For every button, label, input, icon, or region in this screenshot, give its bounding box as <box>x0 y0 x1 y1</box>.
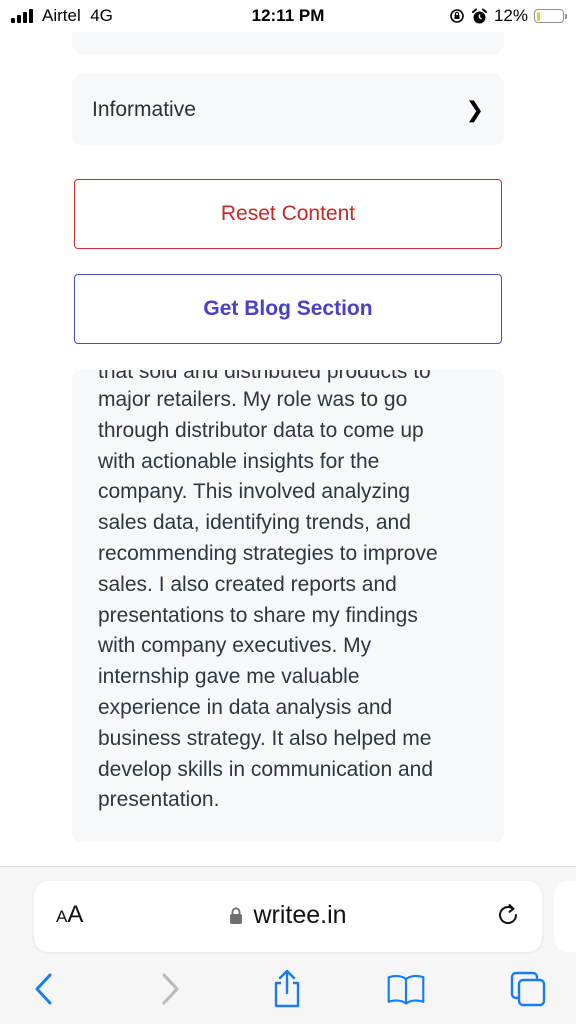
forward-icon[interactable] <box>150 969 190 1009</box>
blog-output: that sold and distributed products to ma… <box>72 370 504 842</box>
back-icon[interactable] <box>24 969 64 1009</box>
lock-icon <box>230 907 243 924</box>
orientation-lock-icon <box>450 9 464 23</box>
get-blog-section-button[interactable]: Get Blog Section <box>74 274 502 344</box>
url-display[interactable]: writee.in <box>34 901 542 930</box>
battery-percentage: 12% <box>493 6 528 25</box>
bookmarks-icon[interactable] <box>386 969 426 1009</box>
url-text: writee.in <box>253 901 347 929</box>
battery-icon <box>534 9 567 23</box>
next-tab-peek[interactable] <box>554 881 576 952</box>
reset-content-button[interactable]: Reset Content <box>74 179 502 249</box>
status-bar: Airtel 4G 12:11 PM 12% <box>0 0 576 32</box>
blog-text: major retailers. My role was to go throu… <box>98 388 438 812</box>
chevron-right-icon: ❯ <box>465 96 484 122</box>
status-right: 12% <box>449 5 567 27</box>
share-icon[interactable] <box>267 969 307 1009</box>
battery-fill <box>536 11 540 21</box>
tabs-icon[interactable] <box>508 969 548 1009</box>
tone-selector-label: Informative <box>92 97 196 121</box>
tone-selector[interactable]: Informative ❯ <box>72 74 504 145</box>
reload-icon[interactable] <box>494 901 522 929</box>
address-bar[interactable]: AA writee.in <box>34 881 542 952</box>
alarm-icon <box>471 8 487 23</box>
browser-chrome: AA writee.in <box>0 866 576 1024</box>
browser-toolbar <box>0 963 576 1013</box>
